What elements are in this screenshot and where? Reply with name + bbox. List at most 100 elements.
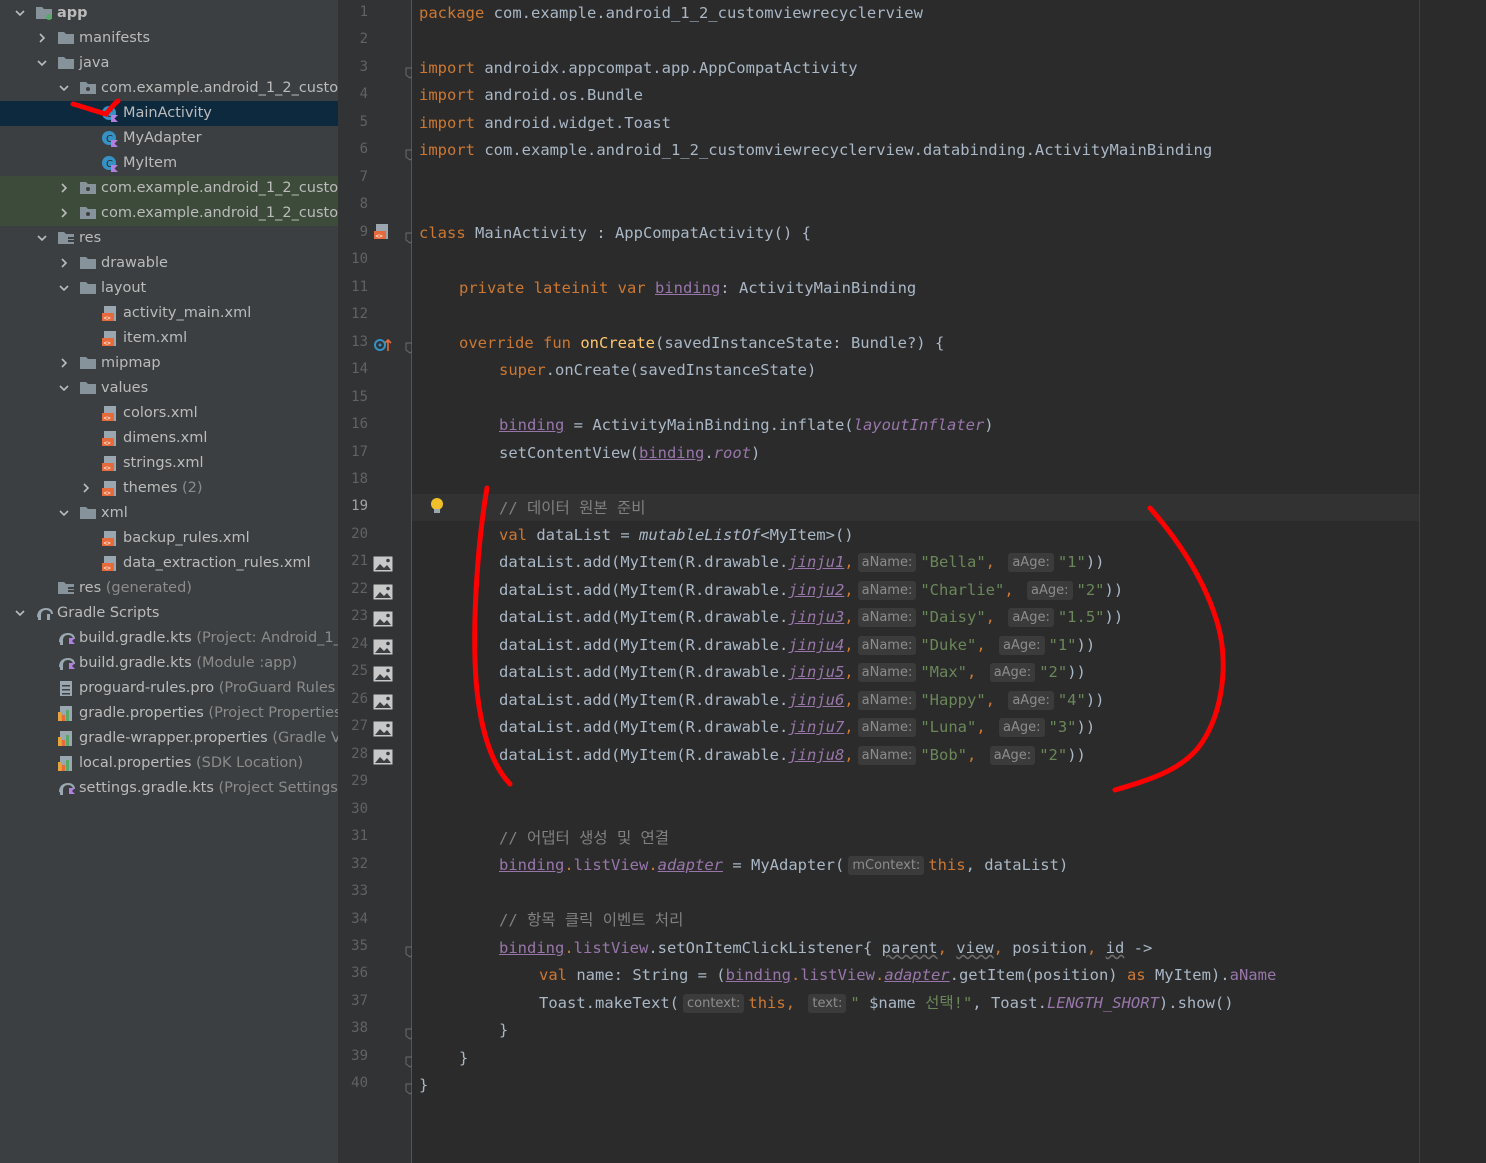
code-line-26[interactable]: dataList.add(MyItem(R.drawable.jinju6, aN… xyxy=(499,687,1105,714)
tree-item[interactable]: C MyAdapter xyxy=(0,126,338,151)
code-line-34[interactable]: // 항목 클릭 이벤트 처리 xyxy=(499,907,683,934)
chevron-down-icon[interactable] xyxy=(56,76,72,101)
tree-item-label: activity_main.xml xyxy=(123,305,252,321)
code-line-23[interactable]: dataList.add(MyItem(R.drawable.jinju3, aN… xyxy=(499,604,1123,631)
image-preview-icon[interactable] xyxy=(373,584,393,600)
tree-item[interactable]: settings.gradle.kts (Project Settings) xyxy=(0,776,338,801)
code-line-36[interactable]: val name: String = (binding.listView.ada… xyxy=(539,962,1276,989)
code-line-35[interactable]: binding.listView.setOnItemClickListener{… xyxy=(499,935,1152,962)
chevron-down-icon[interactable] xyxy=(56,276,72,301)
tree-item[interactable]: C MainActivity xyxy=(0,101,338,126)
chevron-right-icon[interactable] xyxy=(56,201,72,226)
param-hint-aage: aAge: xyxy=(1008,608,1054,627)
tree-item[interactable]: com.example.android_1_2_customviewrecycl… xyxy=(0,76,338,101)
chevron-down-icon[interactable] xyxy=(12,601,28,626)
param-hint-aage: aAge: xyxy=(999,636,1045,655)
image-preview-icon[interactable] xyxy=(373,721,393,737)
tree-item[interactable]: <> activity_main.xml xyxy=(0,301,338,326)
code-line-37[interactable]: Toast.makeText(context: this, text: " $nam… xyxy=(539,990,1234,1017)
tree-item[interactable]: app xyxy=(0,1,338,26)
code-line-13[interactable]: override fun onCreate(savedInstanceState… xyxy=(459,330,944,357)
tree-item[interactable]: <> item.xml xyxy=(0,326,338,351)
tree-item[interactable]: <> strings.xml xyxy=(0,451,338,476)
code-line-39[interactable]: } xyxy=(459,1045,468,1072)
chevron-down-icon[interactable] xyxy=(34,226,50,251)
code-line-3[interactable]: import androidx.appcompat.app.AppCompatA… xyxy=(419,55,858,82)
code-line-38[interactable]: } xyxy=(499,1017,508,1044)
xml-file-icon: <> xyxy=(101,530,119,547)
tree-item[interactable]: gradle.properties (Project Properties) xyxy=(0,701,338,726)
tree-item[interactable]: xml xyxy=(0,501,338,526)
chevron-down-icon[interactable] xyxy=(56,376,72,401)
tree-item[interactable]: gradle-wrapper.properties (Gradle Versio… xyxy=(0,726,338,751)
chevron-right-icon[interactable] xyxy=(34,26,50,51)
tree-item[interactable]: C MyItem xyxy=(0,151,338,176)
code-editor[interactable]: package com.example.android_1_2_customvi… xyxy=(412,0,1486,1163)
tree-item[interactable]: local.properties (SDK Location) xyxy=(0,751,338,776)
tree-item[interactable]: proguard-rules.pro (ProGuard Rules for "… xyxy=(0,676,338,701)
tree-item[interactable]: com.example.android_1_2_customviewrecycl… xyxy=(0,176,338,201)
chevron-down-icon[interactable] xyxy=(56,501,72,526)
chevron-down-icon[interactable] xyxy=(34,51,50,76)
code-line-9[interactable]: class MainActivity : AppCompatActivity()… xyxy=(419,220,811,247)
tree-item[interactable]: build.gradle.kts (Module :app) xyxy=(0,651,338,676)
chevron-right-icon[interactable] xyxy=(56,351,72,376)
image-preview-icon[interactable] xyxy=(373,556,393,572)
chevron-right-icon[interactable] xyxy=(56,251,72,276)
image-preview-icon[interactable] xyxy=(373,639,393,655)
chevron-right-icon[interactable] xyxy=(78,476,94,501)
code-line-31[interactable]: // 어댑터 생성 및 연결 xyxy=(499,825,669,852)
tree-item[interactable]: res (generated) xyxy=(0,576,338,601)
code-line-32[interactable]: binding.listView.adapter = MyAdapter(mCo… xyxy=(499,852,1068,879)
tree-item[interactable]: layout xyxy=(0,276,338,301)
line-number: 40 xyxy=(351,1075,368,1091)
project-tree-panel: app manifests java com.example.android_1_2_… xyxy=(0,0,338,1163)
code-line-19[interactable]: // 데이터 원본 준비 xyxy=(499,495,645,522)
code-line-40[interactable]: } xyxy=(419,1072,428,1099)
tree-item[interactable]: res xyxy=(0,226,338,251)
code-line-14[interactable]: super.onCreate(savedInstanceState) xyxy=(499,357,816,384)
image-preview-icon[interactable] xyxy=(373,666,393,682)
tree-item[interactable]: mipmap xyxy=(0,351,338,376)
tree-item[interactable]: values xyxy=(0,376,338,401)
image-preview-icon[interactable] xyxy=(373,611,393,627)
tree-item[interactable]: <> data_extraction_rules.xml xyxy=(0,551,338,576)
code-line-22[interactable]: dataList.add(MyItem(R.drawable.jinju2, aN… xyxy=(499,577,1123,604)
param-hint-aname: aName: xyxy=(857,663,917,682)
code-line-27[interactable]: dataList.add(MyItem(R.drawable.jinju7, aN… xyxy=(499,714,1095,741)
line-number: 39 xyxy=(351,1048,368,1064)
tree-item[interactable]: manifests xyxy=(0,26,338,51)
code-line-28[interactable]: dataList.add(MyItem(R.drawable.jinju8, aN… xyxy=(499,742,1086,769)
code-line-20[interactable]: val dataList = mutableListOf<MyItem>() xyxy=(499,522,854,549)
code-line-16[interactable]: binding = ActivityMainBinding.inflate(la… xyxy=(499,412,994,439)
code-line-25[interactable]: dataList.add(MyItem(R.drawable.jinju5, aN… xyxy=(499,659,1086,686)
code-line-4[interactable]: import android.os.Bundle xyxy=(419,82,643,109)
code-line-5[interactable]: import android.widget.Toast xyxy=(419,110,671,137)
gradle-file-icon xyxy=(57,780,75,797)
tree-item[interactable]: Gradle Scripts xyxy=(0,601,338,626)
tree-item[interactable]: build.gradle.kts (Project: Android_1_2_c… xyxy=(0,626,338,651)
image-preview-icon[interactable] xyxy=(373,749,393,765)
tree-item[interactable]: java xyxy=(0,51,338,76)
code-line-11[interactable]: private lateinit var binding: ActivityMa… xyxy=(459,275,916,302)
code-line-24[interactable]: dataList.add(MyItem(R.drawable.jinju4, aN… xyxy=(499,632,1095,659)
svg-text:<>: <> xyxy=(104,415,112,422)
line-number: 2 xyxy=(359,31,368,47)
tree-item[interactable]: drawable xyxy=(0,251,338,276)
tree-item[interactable]: <> themes (2) xyxy=(0,476,338,501)
override-method-icon[interactable] xyxy=(373,337,393,353)
lightbulb-icon[interactable] xyxy=(430,497,444,521)
chevron-down-icon[interactable] xyxy=(12,1,28,26)
chevron-right-icon[interactable] xyxy=(56,176,72,201)
tree-item-label: layout xyxy=(101,280,147,296)
code-line-6[interactable]: import com.example.android_1_2_customvie… xyxy=(419,137,1212,164)
layout-xml-icon[interactable]: <> xyxy=(373,223,393,240)
code-line-21[interactable]: dataList.add(MyItem(R.drawable.jinju1, aN… xyxy=(499,549,1105,576)
code-line-17[interactable]: setContentView(binding.root) xyxy=(499,440,760,467)
tree-item[interactable]: com.example.android_1_2_customviewrecycl… xyxy=(0,201,338,226)
tree-item[interactable]: <> colors.xml xyxy=(0,401,338,426)
tree-item[interactable]: <> dimens.xml xyxy=(0,426,338,451)
image-preview-icon[interactable] xyxy=(373,694,393,710)
tree-item[interactable]: <> backup_rules.xml xyxy=(0,526,338,551)
code-line-1[interactable]: package com.example.android_1_2_customvi… xyxy=(419,0,923,27)
